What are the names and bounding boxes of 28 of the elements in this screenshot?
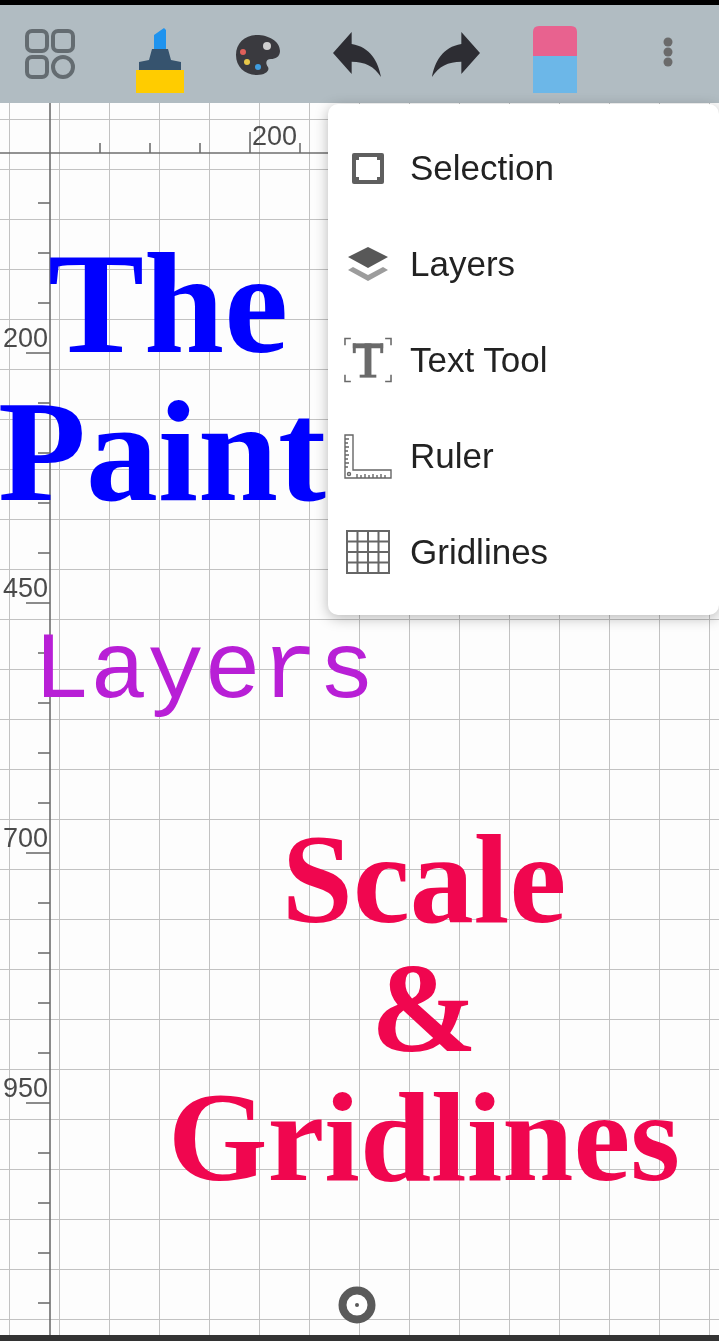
grid-icon: [346, 530, 390, 574]
canvas-text: The: [48, 246, 289, 361]
canvas-text: Gridlines: [167, 1085, 681, 1189]
menu-item[interactable]: Ruler: [328, 408, 719, 504]
layers-icon: [348, 246, 388, 282]
ruler-label: 950: [3, 1075, 49, 1102]
canvas-text: Scale: [281, 827, 567, 931]
menu-item[interactable]: Gridlines: [328, 504, 719, 600]
redo-icon[interactable]: [432, 31, 480, 77]
canvas-text: Paint: [0, 394, 326, 509]
highlighter-icon[interactable]: [135, 28, 185, 93]
menu-item[interactable]: Layers: [328, 216, 719, 312]
undo-icon[interactable]: [333, 31, 381, 77]
ruler-label: 700: [3, 825, 49, 852]
more-options-icon[interactable]: [663, 36, 673, 67]
canvas-text: Layers: [33, 626, 376, 718]
palette-icon[interactable]: [235, 32, 281, 76]
ruler-icon: [344, 433, 392, 479]
shapes-icon[interactable]: [25, 29, 75, 79]
menu-item[interactable]: Text Tool: [328, 312, 719, 408]
ruler-label: 200: [252, 123, 298, 150]
ruler-label: 200: [3, 325, 49, 352]
ruler-label: 450: [3, 575, 49, 602]
text-icon: [344, 337, 392, 383]
ring-handle-icon[interactable]: [338, 1286, 376, 1324]
selection-frame-icon: [352, 152, 384, 184]
canvas-text: &: [370, 956, 478, 1060]
menu-item[interactable]: Selection: [328, 120, 719, 216]
